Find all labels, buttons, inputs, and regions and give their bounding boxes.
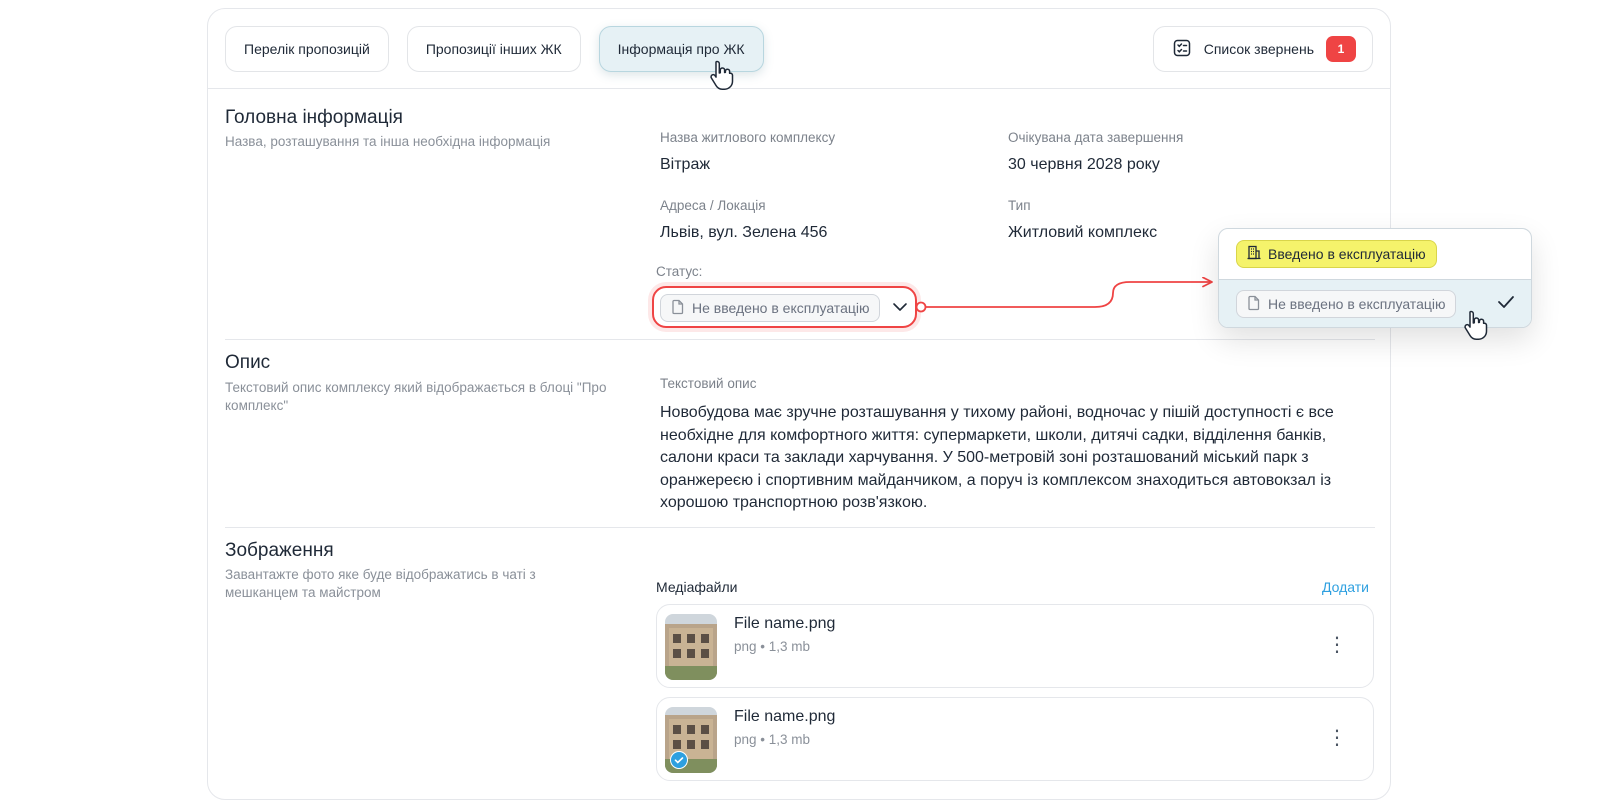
status-option-in-operation[interactable]: Введено в експлуатацію — [1219, 229, 1531, 279]
address-label: Адреса / Локація — [660, 198, 766, 213]
main-info-subtitle: Назва, розташування та інша необхідна ін… — [225, 134, 551, 149]
media-file-item[interactable]: File name.png png • 1,3 mb ⋮ — [656, 604, 1374, 688]
description-label: Текстовий опис — [660, 376, 757, 391]
info-card: Перелік пропозицій Пропозиції інших ЖК І… — [207, 8, 1391, 800]
file-meta: png • 1,3 mb — [734, 732, 811, 747]
connector-arrow — [915, 277, 1213, 313]
requests-button[interactable]: Список звернень 1 — [1152, 26, 1373, 72]
tab-other-complexes[interactable]: Пропозиції інших ЖК — [406, 26, 581, 72]
completion-date-label: Очікувана дата завершення — [1008, 130, 1184, 145]
type-label: Тип — [1008, 198, 1031, 213]
file-thumbnail — [665, 707, 717, 773]
file-name: File name.png — [734, 615, 836, 632]
building-icon — [1247, 245, 1261, 263]
tab-bar: Перелік пропозицій Пропозиції інших ЖК І… — [225, 26, 764, 72]
tab-proposals-list[interactable]: Перелік пропозицій — [225, 26, 389, 72]
status-label: Статус: — [656, 264, 703, 279]
section-divider-2 — [225, 527, 1375, 528]
hand-cursor-icon — [1462, 308, 1492, 347]
kebab-menu-icon[interactable]: ⋮ — [1327, 635, 1347, 655]
images-title: Зображення — [225, 540, 334, 561]
add-media-link[interactable]: Додати — [1322, 579, 1369, 595]
requests-label: Список звернень — [1203, 41, 1314, 57]
media-files-label: Медіафайли — [656, 579, 738, 595]
status-option-label: Введено в експлуатацію — [1268, 246, 1426, 262]
status-select[interactable]: Не введено в експлуатацію — [652, 286, 917, 328]
tab-complex-info[interactable]: Інформація про ЖК — [598, 26, 764, 72]
main-info-title: Головна інформація — [225, 107, 403, 128]
requests-count-badge: 1 — [1326, 36, 1356, 62]
status-option-label: Не введено в експлуатацію — [1268, 296, 1446, 312]
file-thumbnail — [665, 614, 717, 680]
section-divider-1 — [225, 339, 1375, 340]
status-pill: Не введено в експлуатацію — [660, 294, 881, 322]
document-icon — [671, 299, 685, 318]
chevron-down-icon[interactable] — [892, 300, 908, 319]
checklist-icon — [1172, 38, 1192, 61]
header-divider — [208, 88, 1390, 89]
complex-name-value: Вітраж — [660, 156, 711, 173]
address-value: Львів, вул. Зелена 456 — [660, 224, 828, 241]
hand-cursor-icon — [708, 58, 738, 97]
file-name: File name.png — [734, 708, 836, 725]
check-icon — [1497, 295, 1515, 314]
status-option-pill: Не введено в експлуатацію — [1236, 290, 1457, 318]
media-file-item[interactable]: File name.png png • 1,3 mb ⋮ — [656, 697, 1374, 781]
verified-icon — [670, 751, 688, 773]
complex-name-label: Назва житлового комплексу — [660, 130, 836, 145]
document-icon — [1247, 295, 1261, 314]
description-title: Опис — [225, 352, 271, 373]
description-subtitle: Текстовий опис комплексу який відображає… — [225, 380, 607, 413]
completion-date-value: 30 червня 2028 року — [1008, 156, 1160, 173]
kebab-menu-icon[interactable]: ⋮ — [1327, 728, 1347, 748]
status-option-pill: Введено в експлуатацію — [1236, 240, 1437, 268]
type-value: Житловий комплекс — [1008, 224, 1158, 241]
status-value: Не введено в експлуатацію — [692, 300, 870, 316]
file-meta: png • 1,3 mb — [734, 639, 811, 654]
description-text: Новобудова має зручне розташування у тих… — [660, 404, 1334, 511]
images-subtitle: Завантажте фото яке буде відображатись в… — [225, 567, 536, 600]
